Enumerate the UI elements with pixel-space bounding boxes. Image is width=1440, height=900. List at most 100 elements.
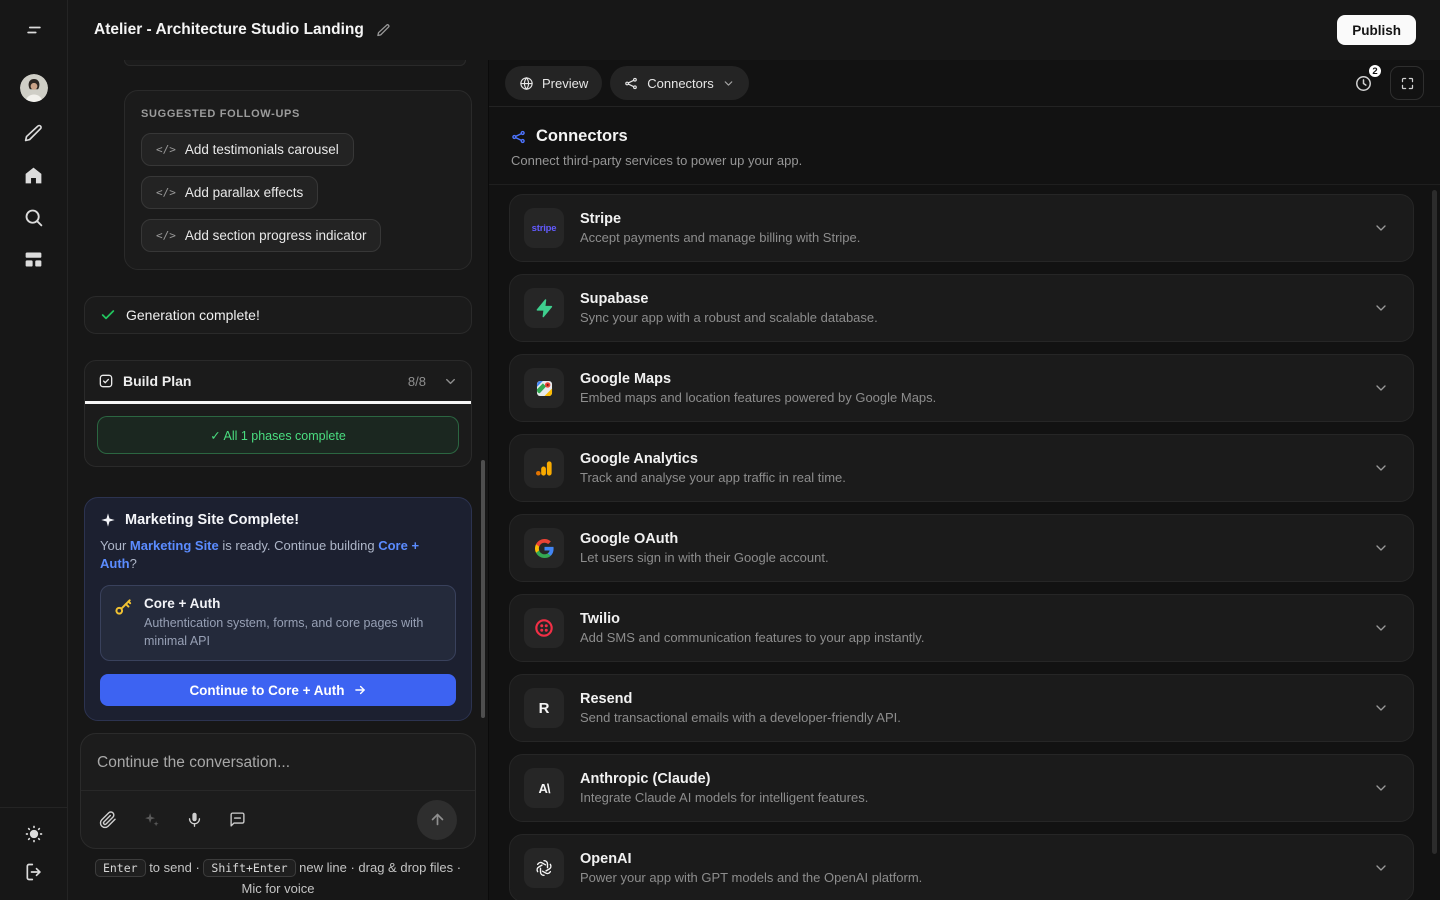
feedback-button[interactable] xyxy=(229,811,246,828)
attach-file-button[interactable] xyxy=(99,811,117,829)
suggested-followups-heading: SUGGESTED FOLLOW-UPS xyxy=(141,108,455,120)
tab-connectors[interactable]: Connectors xyxy=(610,66,748,100)
rail-item-home[interactable] xyxy=(23,164,45,186)
project-title: Atelier - Architecture Studio Landing xyxy=(94,21,364,39)
enter-kbd: Enter xyxy=(95,859,146,877)
history-button[interactable]: 2 xyxy=(1346,66,1380,100)
next-phase-title: Core + Auth xyxy=(144,596,443,611)
enhance-prompt-button[interactable] xyxy=(143,811,160,828)
sidebar-toggle-button[interactable] xyxy=(20,16,48,44)
connectors-header: Connectors Connect third-party services … xyxy=(489,107,1440,185)
code-icon: </> xyxy=(156,143,176,156)
avatar[interactable] xyxy=(20,74,48,102)
chevron-down-icon xyxy=(722,77,735,90)
suggested-followup-label: Add parallax effects xyxy=(185,185,303,200)
suggested-followup-button[interactable]: </> Add section progress indicator xyxy=(141,219,381,252)
build-plan-body: ✓ All 1 phases complete xyxy=(85,404,471,466)
suggested-followup-label: Add section progress indicator xyxy=(185,228,367,243)
milestone-title: Marketing Site Complete! xyxy=(125,512,299,528)
edit-title-button[interactable] xyxy=(376,23,391,38)
connector-row[interactable]: OpenAI Power your app with GPT models an… xyxy=(509,834,1414,900)
pencil-icon xyxy=(376,23,391,38)
main-panel: Preview Connectors xyxy=(488,60,1440,900)
composer-hints: Enter to send · Shift+Enter new line · d… xyxy=(80,849,476,900)
logout-icon xyxy=(24,862,44,882)
connector-description: Track and analyse your app traffic in re… xyxy=(580,470,846,485)
microphone-icon xyxy=(186,811,203,828)
paperclip-icon xyxy=(99,811,117,829)
build-plan-title: Build Plan xyxy=(123,373,191,389)
arrow-right-icon xyxy=(353,683,367,697)
check-icon xyxy=(100,307,116,323)
build-plan-header[interactable]: Build Plan 8/8 xyxy=(85,361,471,401)
connector-description: Accept payments and manage billing with … xyxy=(580,230,860,245)
publish-button[interactable]: Publish xyxy=(1337,15,1416,45)
code-icon: </> xyxy=(156,186,176,199)
chevron-down-icon xyxy=(1373,620,1389,636)
marketing-site-link[interactable]: Marketing Site xyxy=(130,538,219,553)
supabase-logo-icon xyxy=(524,288,564,328)
rail-item-compose[interactable] xyxy=(23,122,45,144)
connector-row[interactable]: Twilio Add SMS and communication feature… xyxy=(509,594,1414,662)
suggested-followups-list: </> Add testimonials carousel </> Add pa… xyxy=(141,133,455,252)
layout-grid-icon xyxy=(23,249,44,270)
next-phase-card: Core + Auth Authentication system, forms… xyxy=(100,585,456,661)
search-icon xyxy=(23,207,44,228)
fullscreen-button[interactable] xyxy=(1390,66,1424,100)
connector-icon xyxy=(624,76,639,91)
continue-to-core-auth-button[interactable]: Continue to Core + Auth xyxy=(100,674,456,706)
stripe-logo-icon: stripe xyxy=(524,208,564,248)
rail-item-search[interactable] xyxy=(23,206,45,228)
connector-name: OpenAI xyxy=(580,851,922,867)
suggested-followup-button[interactable]: </> Add testimonials carousel xyxy=(141,133,354,166)
mic-button[interactable] xyxy=(186,811,203,828)
chat-scroll-area[interactable]: SUGGESTED FOLLOW-UPS </> Add testimonial… xyxy=(68,60,488,723)
chevron-down-icon xyxy=(1373,300,1389,316)
connector-row[interactable]: Supabase Sync your app with a robust and… xyxy=(509,274,1414,342)
connector-row[interactable]: Google Analytics Track and analyse your … xyxy=(509,434,1414,502)
composer-zone: Continue the conversation... xyxy=(68,723,488,900)
main-scrollbar[interactable] xyxy=(1432,190,1437,854)
google-logo-icon xyxy=(524,528,564,568)
preview-tabbar: Preview Connectors xyxy=(489,60,1440,107)
anthropic-logo-icon: A\ xyxy=(524,768,564,808)
connector-row[interactable]: Google Maps Embed maps and location feat… xyxy=(509,354,1414,422)
connector-name: Supabase xyxy=(580,291,878,307)
chat-input[interactable]: Continue the conversation... xyxy=(81,734,475,790)
milestone-card: Marketing Site Complete! Your Marketing … xyxy=(84,497,472,721)
chevron-down-icon xyxy=(1373,380,1389,396)
pencil-icon xyxy=(23,123,44,144)
connector-name: Google Analytics xyxy=(580,451,846,467)
connector-description: Integrate Claude AI models for intellige… xyxy=(580,790,868,805)
connector-row[interactable]: stripe Stripe Accept payments and manage… xyxy=(509,194,1414,262)
openai-logo-icon xyxy=(524,848,564,888)
tab-preview[interactable]: Preview xyxy=(505,66,602,100)
connectors-title: Connectors xyxy=(536,127,628,146)
connector-description: Power your app with GPT models and the O… xyxy=(580,870,922,885)
connector-row[interactable]: Google OAuth Let users sign in with thei… xyxy=(509,514,1414,582)
chat-panel: SUGGESTED FOLLOW-UPS </> Add testimonial… xyxy=(68,60,488,900)
send-button[interactable] xyxy=(417,800,457,840)
globe-icon xyxy=(519,76,534,91)
history-badge: 2 xyxy=(1367,63,1383,79)
chevron-down-icon xyxy=(1373,540,1389,556)
connector-name: Google Maps xyxy=(580,371,936,387)
checkbox-check-icon xyxy=(98,373,114,389)
logout-button[interactable] xyxy=(24,862,44,882)
connector-row[interactable]: A\ Anthropic (Claude) Integrate Claude A… xyxy=(509,754,1414,822)
shift-enter-kbd: Shift+Enter xyxy=(203,859,295,877)
suggested-followup-button[interactable]: </> Add parallax effects xyxy=(141,176,318,209)
home-icon xyxy=(23,165,44,186)
theme-toggle-button[interactable] xyxy=(24,824,44,844)
chevron-down-icon xyxy=(1373,780,1389,796)
connector-name: Stripe xyxy=(580,211,860,227)
connector-name: Google OAuth xyxy=(580,531,829,547)
connector-row[interactable]: R Resend Send transactional emails with … xyxy=(509,674,1414,742)
chevron-down-icon xyxy=(1373,460,1389,476)
rail-item-projects[interactable] xyxy=(23,248,45,270)
icon-rail xyxy=(0,0,68,900)
sparkles-icon xyxy=(143,811,160,828)
connector-name: Resend xyxy=(580,691,901,707)
build-plan-count: 8/8 xyxy=(408,374,426,389)
chat-scrollbar[interactable] xyxy=(481,460,485,718)
